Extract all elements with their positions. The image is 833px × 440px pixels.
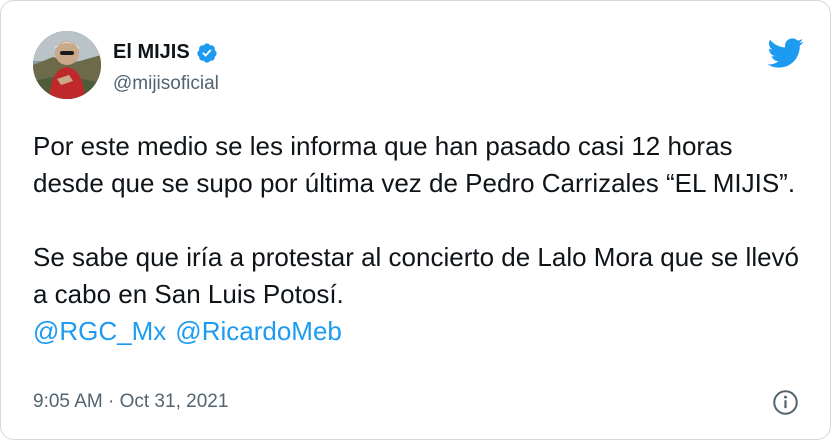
mention-link[interactable]: @RGC_Mx (33, 313, 166, 350)
avatar-photo (33, 31, 101, 99)
mentions-row: @RGC_Mx @RicardoMeb (33, 313, 803, 350)
tweet-paragraph-1: Por este medio se les informa que han pa… (33, 131, 796, 198)
mention-link[interactable]: @RicardoMeb (175, 313, 342, 350)
author-handle[interactable]: @mijisoficial (113, 73, 219, 95)
info-icon[interactable] (772, 389, 799, 416)
verified-badge-icon (196, 42, 218, 64)
twitter-bird-icon[interactable] (766, 37, 804, 69)
author-display-name[interactable]: El MIJIS (113, 41, 190, 64)
tweet-card: El MIJIS @mijisoficial Por este medio se… (0, 0, 831, 440)
avatar[interactable] (33, 31, 101, 99)
tweet-timestamp[interactable]: 9:05 AM · Oct 31, 2021 (33, 391, 228, 413)
author-name-row[interactable]: El MIJIS (113, 41, 218, 64)
tweet-text: Por este medio se les informa que han pa… (33, 128, 803, 350)
tweet-paragraph-2: Se sabe que iría a protestar al conciert… (33, 242, 800, 309)
